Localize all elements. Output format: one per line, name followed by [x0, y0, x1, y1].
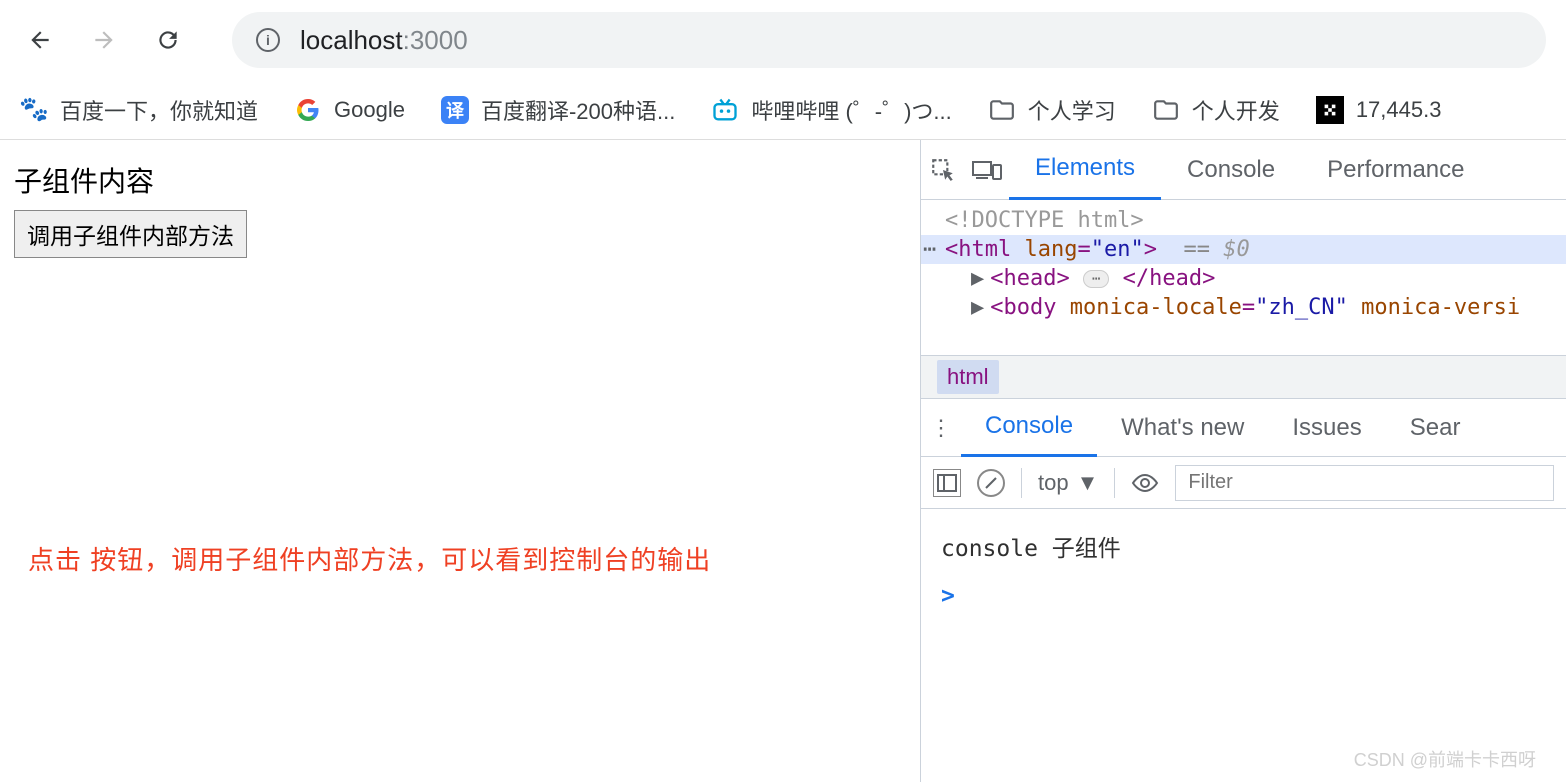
- address-bar[interactable]: i localhost:3000: [232, 12, 1546, 68]
- elements-tree[interactable]: <!DOCTYPE html> <html lang="en"> == $0 ▶…: [921, 200, 1566, 355]
- inspect-element-icon[interactable]: [921, 140, 965, 200]
- annotation-text: 点击 按钮，调用子组件内部方法，可以看到控制台的输出: [28, 540, 711, 577]
- drawer-tab-search[interactable]: Sear: [1386, 399, 1485, 457]
- url-text: localhost:3000: [300, 25, 468, 56]
- context-selector[interactable]: top ▼: [1038, 470, 1098, 496]
- separator: [1021, 468, 1022, 498]
- drawer-tab-console[interactable]: Console: [961, 399, 1097, 457]
- dom-body-element[interactable]: ▶<body monica-locale="zh_CN" monica-vers…: [921, 293, 1566, 322]
- page-title: 子组件内容: [14, 160, 906, 200]
- url-host: localhost: [300, 25, 403, 55]
- dom-doctype: <!DOCTYPE html>: [921, 206, 1566, 235]
- tab-elements[interactable]: Elements: [1009, 140, 1161, 200]
- elements-breadcrumb[interactable]: html: [921, 355, 1566, 399]
- tv-icon: [711, 96, 739, 124]
- console-prompt-icon[interactable]: >: [941, 583, 1546, 609]
- drawer-tabs: ⋮ Console What's new Issues Sear: [921, 399, 1566, 457]
- url-port: :3000: [403, 25, 468, 55]
- tab-console[interactable]: Console: [1161, 140, 1301, 200]
- console-filter-input[interactable]: [1175, 465, 1554, 501]
- bookmark-google[interactable]: Google: [294, 96, 405, 124]
- separator: [1114, 468, 1115, 498]
- bookmark-extension[interactable]: 17,445.3: [1316, 96, 1442, 124]
- selection-eq: ==: [1183, 237, 1210, 262]
- context-label: top: [1038, 470, 1069, 496]
- forward-button[interactable]: [84, 20, 124, 60]
- console-log-line: console 子组件: [941, 529, 1546, 563]
- browser-toolbar: i localhost:3000: [0, 0, 1566, 80]
- bookmark-label: 17,445.3: [1356, 97, 1442, 123]
- invoke-child-method-button[interactable]: 调用子组件内部方法: [14, 210, 247, 258]
- clear-console-icon[interactable]: [977, 469, 1005, 497]
- bookmark-label: 个人学习: [1028, 94, 1116, 126]
- paw-icon: 🐾: [20, 96, 48, 124]
- device-toolbar-icon[interactable]: [965, 140, 1009, 200]
- bookmark-bar: 🐾 百度一下，你就知道 Google 译 百度翻译-200种语... 哔哩哔哩 …: [0, 80, 1566, 140]
- site-info-icon[interactable]: i: [256, 28, 280, 52]
- back-button[interactable]: [20, 20, 60, 60]
- bookmark-label: 个人开发: [1192, 94, 1280, 126]
- ellipsis-icon[interactable]: ⋯: [1083, 270, 1109, 288]
- reload-button[interactable]: [148, 20, 188, 60]
- folder-icon: [988, 96, 1016, 124]
- tab-performance[interactable]: Performance: [1301, 140, 1490, 200]
- live-expression-icon[interactable]: [1131, 473, 1159, 493]
- devtools-tabs: Elements Console Performance: [921, 140, 1566, 200]
- breadcrumb-html[interactable]: html: [937, 360, 999, 394]
- folder-icon: [1152, 96, 1180, 124]
- bookmark-folder-study[interactable]: 个人学习: [988, 94, 1116, 126]
- drawer-tab-issues[interactable]: Issues: [1268, 399, 1385, 457]
- console-body[interactable]: console 子组件 >: [921, 509, 1566, 782]
- dom-head-element[interactable]: ▶<head> ⋯ </head>: [921, 264, 1566, 293]
- extension-icon: [1316, 96, 1344, 124]
- page-content: 子组件内容 调用子组件内部方法 点击 按钮，调用子组件内部方法，可以看到控制台的…: [0, 140, 920, 782]
- filter-wrap: [1175, 465, 1554, 501]
- bookmark-label: 百度一下，你就知道: [60, 94, 258, 126]
- bookmark-label: Google: [334, 97, 405, 123]
- bookmark-translate[interactable]: 译 百度翻译-200种语...: [441, 94, 675, 126]
- kebab-icon[interactable]: ⋮: [921, 415, 961, 441]
- watermark: CSDN @前端卡卡西呀: [1354, 746, 1536, 772]
- chevron-down-icon: ▼: [1077, 470, 1099, 496]
- bookmark-baidu[interactable]: 🐾 百度一下，你就知道: [20, 94, 258, 126]
- bookmark-label: 百度翻译-200种语...: [481, 94, 675, 126]
- sidebar-toggle-icon[interactable]: [933, 469, 961, 497]
- drawer-tab-whatsnew[interactable]: What's new: [1097, 399, 1268, 457]
- devtools-panel: Elements Console Performance <!DOCTYPE h…: [920, 140, 1566, 782]
- bookmark-folder-dev[interactable]: 个人开发: [1152, 94, 1280, 126]
- bookmark-label: 哔哩哔哩 (゜-゜)つ...: [751, 94, 951, 126]
- selection-dollar: $0: [1223, 237, 1250, 262]
- bookmark-bilibili[interactable]: 哔哩哔哩 (゜-゜)つ...: [711, 94, 951, 126]
- translate-icon: 译: [441, 96, 469, 124]
- dom-html-element[interactable]: <html lang="en"> == $0: [921, 235, 1566, 264]
- console-toolbar: top ▼: [921, 457, 1566, 509]
- google-icon: [294, 96, 322, 124]
